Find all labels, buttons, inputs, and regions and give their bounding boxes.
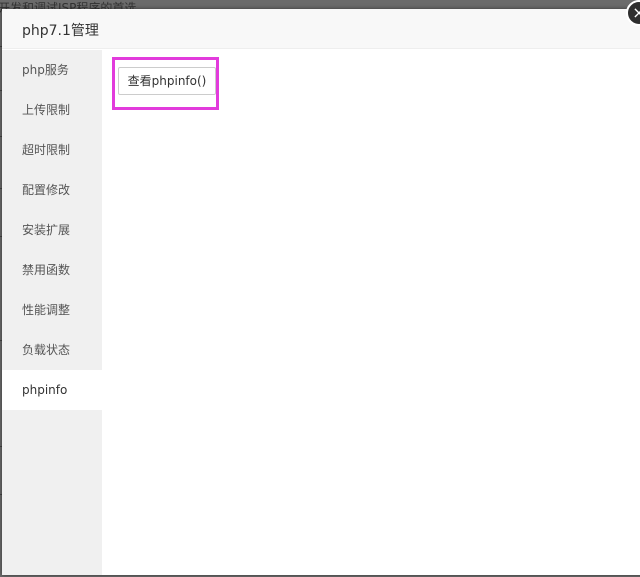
sidebar-item-disabled-functions[interactable]: 禁用函数 <box>2 250 102 290</box>
content-area: 查看phpinfo() <box>102 50 640 575</box>
sidebar-item-performance-tuning[interactable]: 性能调整 <box>2 290 102 330</box>
dialog-header: php7.1管理 <box>2 9 640 49</box>
dialog-title: php7.1管理 <box>22 23 99 39</box>
sidebar-item-php-service[interactable]: php服务 <box>2 50 102 90</box>
php-manager-dialog: php7.1管理 × php服务 上传限制 超时限制 配置修改 安装扩展 禁用函… <box>2 0 640 575</box>
sidebar-item-timeout-limit[interactable]: 超时限制 <box>2 130 102 170</box>
sidebar-item-config-edit[interactable]: 配置修改 <box>2 170 102 210</box>
view-phpinfo-button[interactable]: 查看phpinfo() <box>118 67 216 95</box>
sidebar-item-phpinfo[interactable]: phpinfo <box>2 370 102 410</box>
sidebar-item-load-status[interactable]: 负载状态 <box>2 330 102 370</box>
sidebar-item-upload-limit[interactable]: 上传限制 <box>2 90 102 130</box>
sidebar: php服务 上传限制 超时限制 配置修改 安装扩展 禁用函数 性能调整 负载状态… <box>2 50 102 575</box>
sidebar-item-install-extension[interactable]: 安装扩展 <box>2 210 102 250</box>
